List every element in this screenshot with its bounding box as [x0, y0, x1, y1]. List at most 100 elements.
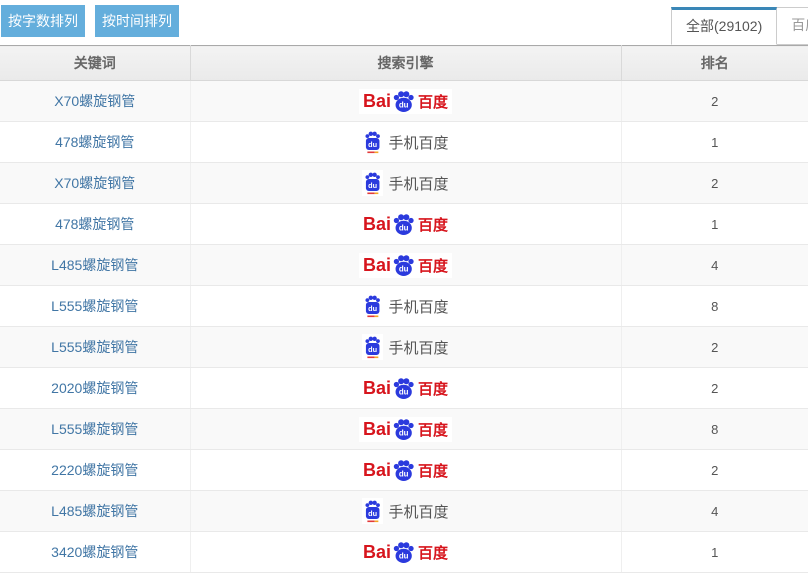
rank-value: 1 [621, 204, 808, 245]
baidu-paw-icon: du [392, 90, 415, 113]
keyword-link[interactable]: 2220螺旋钢管 [51, 462, 138, 478]
engine-cell: du 手机百度 [190, 122, 621, 163]
keyword-link[interactable]: 478螺旋钢管 [55, 216, 134, 232]
baidu-pc-logo: Bai du 百度 [359, 417, 452, 442]
engine-cell: Bai du 百度 [190, 245, 621, 286]
keyword-link[interactable]: 3420螺旋钢管 [51, 544, 138, 560]
baidu-bai-text: Bai [363, 542, 391, 563]
baidu-cn-text: 百度 [418, 378, 448, 399]
mobile-du-text: du [369, 345, 378, 354]
rank-value: 1 [621, 122, 808, 163]
mobile-du-text: du [369, 304, 378, 313]
table-row: L485螺旋钢管 Bai du 百度 4 [0, 245, 808, 286]
baidu-mobile-app-icon: du [362, 129, 383, 155]
rank-value: 2 [621, 81, 808, 122]
baidu-bai-text: Bai [363, 255, 391, 276]
engine-cell: Bai du 百度 [190, 368, 621, 409]
table-row: 2020螺旋钢管 Bai du 百度 2 [0, 368, 808, 409]
keyword-link[interactable]: L555螺旋钢管 [51, 421, 138, 437]
baidu-mobile-logo: du 手机百度 [362, 293, 448, 319]
engine-cell: Bai du 百度 [190, 532, 621, 573]
engine-cell: du 手机百度 [190, 286, 621, 327]
keyword-link[interactable]: L485螺旋钢管 [51, 503, 138, 519]
toolbar: 按字数排列 按时间排列 全部(29102) 百度 [0, 0, 808, 45]
baidu-pc-logo: Bai du 百度 [359, 89, 452, 114]
baidu-mobile-logo: du 手机百度 [362, 170, 448, 196]
engine-cell: du 手机百度 [190, 491, 621, 532]
baidu-pc-logo: Bai du 百度 [359, 253, 452, 278]
tab-baidu[interactable]: 百度 [777, 7, 808, 45]
baidu-cn-text: 百度 [418, 460, 448, 481]
rank-value: 2 [621, 368, 808, 409]
baidu-mobile-app-icon: du [362, 293, 383, 319]
baidu-bai-text: Bai [363, 460, 391, 481]
keyword-link[interactable]: 478螺旋钢管 [55, 134, 134, 150]
keyword-link[interactable]: L555螺旋钢管 [51, 298, 138, 314]
baidu-paw-icon: du [392, 377, 415, 400]
baidu-paw-icon: du [392, 213, 415, 236]
baidu-cn-text: 百度 [418, 542, 448, 563]
engine-cell: Bai du 百度 [190, 450, 621, 491]
baidu-mobile-logo: du 手机百度 [362, 334, 448, 360]
baidu-du-text: du [399, 264, 409, 273]
baidu-bai-text: Bai [363, 91, 391, 112]
baidu-paw-icon: du [392, 418, 415, 441]
baidu-pc-logo: Bai du 百度 [359, 540, 452, 565]
baidu-bai-text: Bai [363, 419, 391, 440]
rank-value: 1 [621, 532, 808, 573]
keyword-link[interactable]: 2020螺旋钢管 [51, 380, 138, 396]
table-row: 3420螺旋钢管 Bai du 百度 1 [0, 532, 808, 573]
baidu-pc-logo: Bai du 百度 [359, 458, 452, 483]
engine-cell: Bai du 百度 [190, 81, 621, 122]
mobile-baidu-label: 手机百度 [388, 132, 448, 153]
baidu-pc-logo: Bai du 百度 [359, 212, 452, 237]
mobile-baidu-label: 手机百度 [388, 337, 448, 358]
baidu-mobile-app-icon: du [362, 334, 383, 360]
baidu-du-text: du [399, 100, 409, 109]
baidu-paw-icon: du [392, 541, 415, 564]
baidu-bai-text: Bai [363, 214, 391, 235]
engine-cell: Bai du 百度 [190, 409, 621, 450]
table-row: L555螺旋钢管 Bai du 百度 8 [0, 409, 808, 450]
baidu-du-text: du [399, 387, 409, 396]
keyword-link[interactable]: X70螺旋钢管 [54, 93, 135, 109]
mobile-baidu-label: 手机百度 [388, 173, 448, 194]
ranking-table: 关键词 搜索引擎 排名 X70螺旋钢管 Bai du [0, 45, 808, 573]
keyword-link[interactable]: L555螺旋钢管 [51, 339, 138, 355]
rank-value: 8 [621, 286, 808, 327]
baidu-mobile-logo: du 手机百度 [362, 129, 448, 155]
mobile-du-text: du [369, 140, 378, 149]
baidu-pc-logo: Bai du 百度 [359, 376, 452, 401]
header-engine: 搜索引擎 [190, 46, 621, 81]
table-row: L485螺旋钢管 du 手机百度 [0, 491, 808, 532]
sort-by-words-button[interactable]: 按字数排列 [1, 5, 85, 37]
baidu-cn-text: 百度 [418, 91, 448, 112]
baidu-cn-text: 百度 [418, 419, 448, 440]
header-keyword: 关键词 [0, 46, 190, 81]
keyword-link[interactable]: L485螺旋钢管 [51, 257, 138, 273]
baidu-paw-icon: du [392, 254, 415, 277]
rank-value: 8 [621, 409, 808, 450]
table-row: 478螺旋钢管 Bai du 百度 1 [0, 204, 808, 245]
table-row: 478螺旋钢管 du 手机百度 [0, 122, 808, 163]
baidu-du-text: du [399, 428, 409, 437]
table-row: L555螺旋钢管 du 手机百度 [0, 327, 808, 368]
baidu-cn-text: 百度 [418, 214, 448, 235]
sort-by-time-button[interactable]: 按时间排列 [95, 5, 179, 37]
mobile-baidu-label: 手机百度 [388, 501, 448, 522]
engine-cell: Bai du 百度 [190, 204, 621, 245]
keyword-link[interactable]: X70螺旋钢管 [54, 175, 135, 191]
tab-all[interactable]: 全部(29102) [671, 7, 777, 45]
baidu-du-text: du [399, 223, 409, 232]
tab-bar: 全部(29102) 百度 [671, 7, 808, 45]
table-row: X70螺旋钢管 Bai du 百度 2 [0, 81, 808, 122]
mobile-du-text: du [369, 509, 378, 518]
baidu-mobile-logo: du 手机百度 [362, 498, 448, 524]
table-row: 2220螺旋钢管 Bai du 百度 2 [0, 450, 808, 491]
table-row: L555螺旋钢管 du 手机百度 [0, 286, 808, 327]
table-body: X70螺旋钢管 Bai du 百度 2 [0, 81, 808, 573]
baidu-mobile-app-icon: du [362, 170, 383, 196]
mobile-baidu-label: 手机百度 [388, 296, 448, 317]
baidu-cn-text: 百度 [418, 255, 448, 276]
baidu-paw-icon: du [392, 459, 415, 482]
